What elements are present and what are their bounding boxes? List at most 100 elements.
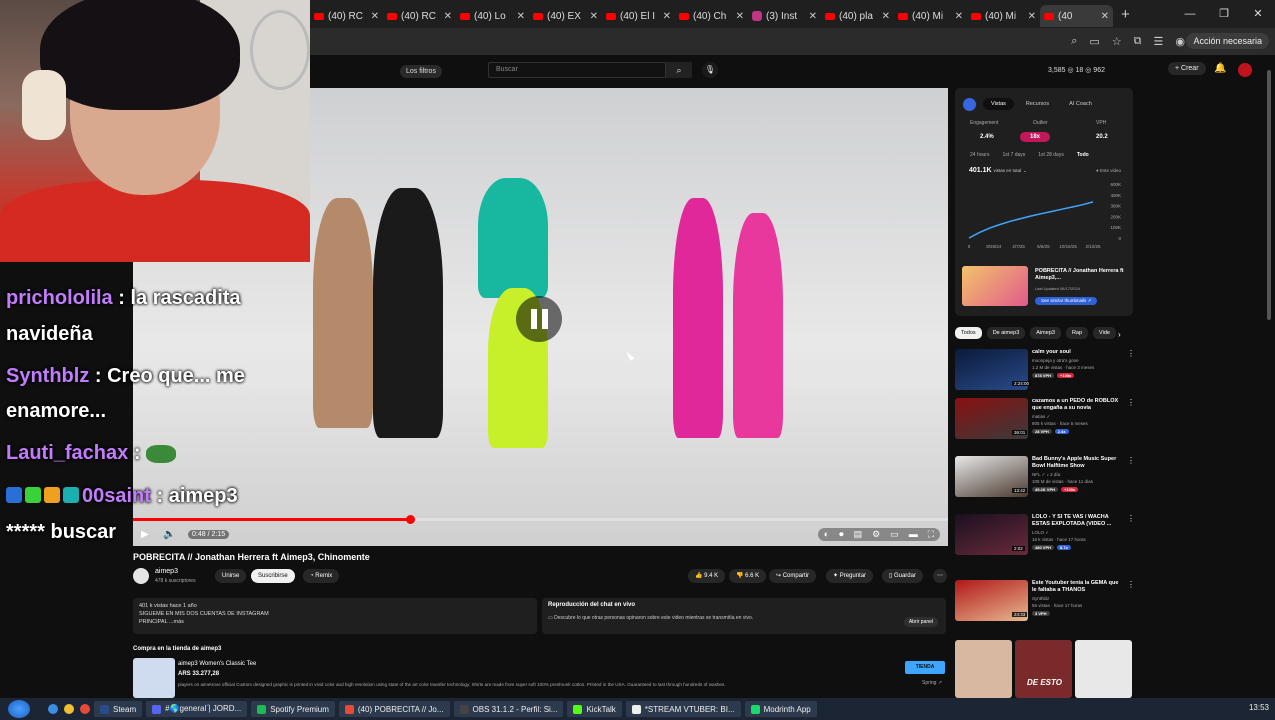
browser-tab[interactable]: (40) Mi ✕ <box>967 5 1040 27</box>
browser-tab[interactable]: (40) Lo ✕ <box>456 5 529 27</box>
close-icon[interactable]: ✕ <box>736 11 744 22</box>
range-option[interactable]: 1st 7 days <box>1002 152 1025 158</box>
minimize-button[interactable]: — <box>1173 0 1207 28</box>
taskbar-item[interactable]: *STREAM VTUBER: BI... <box>625 701 741 717</box>
close-icon[interactable]: ✕ <box>371 11 379 22</box>
search-icon[interactable]: ⌕ <box>666 62 692 78</box>
chip-todos[interactable]: Todos <box>955 327 982 339</box>
action-needed-button[interactable]: Acción necesaria <box>1186 33 1269 49</box>
browser-tab[interactable]: (40) RC ✕ <box>310 5 383 27</box>
shop-button[interactable]: TIENDA <box>905 661 945 674</box>
browser-tab[interactable]: (40) Mi ✕ <box>894 5 967 27</box>
notifications-icon[interactable]: 🔔 <box>1214 63 1226 74</box>
miniplayer-icon[interactable]: ▭ <box>890 529 899 540</box>
browser-tab[interactable]: (40) EX ✕ <box>529 5 602 27</box>
recommendation-item[interactable]: 2:24:00 calm your soul moonpeja y otra's… <box>955 349 1135 401</box>
shop-product-name[interactable]: aimep3 Women's Classic Tee <box>178 661 256 667</box>
chip[interactable]: De aimep3 <box>986 327 1026 339</box>
close-icon[interactable]: ✕ <box>590 11 598 22</box>
recommendation-item[interactable]: 13:42 Bad Bunny's Apple Music Super Bowl… <box>955 456 1135 508</box>
extensions-icon[interactable]: ⧉ <box>1134 35 1142 48</box>
more-icon[interactable]: ⋮ <box>1127 456 1135 465</box>
fullscreen-icon[interactable]: ⛶ <box>928 529 934 540</box>
tab-recursos[interactable]: Recursos <box>1018 98 1057 110</box>
microphone-icon[interactable]: 🎙 <box>702 62 718 78</box>
close-icon[interactable]: ✕ <box>663 11 671 22</box>
browser-tab[interactable]: (40) pla ✕ <box>821 5 894 27</box>
maximize-button[interactable]: ❐ <box>1207 0 1241 28</box>
taskbar-item[interactable]: KickTalk <box>567 701 622 717</box>
new-tab-button[interactable]: + <box>1121 6 1130 23</box>
chrome-icon[interactable] <box>80 704 90 714</box>
toggle-icon[interactable]: ⏺ <box>839 529 844 540</box>
join-button[interactable]: Unirse <box>215 569 247 583</box>
cast-icon[interactable]: ▭ <box>1089 35 1099 48</box>
close-icon[interactable]: ✕ <box>444 11 452 22</box>
browser-tab[interactable]: (40) Ch ✕ <box>675 5 748 27</box>
close-icon[interactable]: ✕ <box>809 11 817 22</box>
channel-avatar[interactable] <box>133 568 149 584</box>
browser-tab[interactable]: (3) Inst ✕ <box>748 5 821 27</box>
clock[interactable]: 13:53 <box>1249 703 1269 712</box>
browser-tab[interactable]: (40) El I ✕ <box>602 5 675 27</box>
more-icon[interactable]: ⋯ <box>933 569 947 583</box>
autoplay-icon[interactable]: ◐ <box>824 529 829 540</box>
taskbar-item[interactable]: OBS 31.1.2 - Perfil: Si... <box>453 701 564 717</box>
chip[interactable]: Vide <box>1093 327 1116 339</box>
search-input[interactable]: Buscar <box>488 62 666 78</box>
short-thumbnail[interactable] <box>1015 640 1072 698</box>
close-icon[interactable]: ✕ <box>882 11 890 22</box>
shop-store-link[interactable]: Spring ↗ <box>922 680 942 686</box>
edge-icon[interactable] <box>48 704 58 714</box>
avatar[interactable] <box>1238 63 1252 77</box>
close-icon[interactable]: ✕ <box>1028 11 1036 22</box>
pause-button[interactable] <box>516 296 562 342</box>
page-scrollbar[interactable] <box>1266 60 1272 700</box>
scrollbar-thumb[interactable] <box>1267 70 1271 320</box>
shop-product-image[interactable] <box>133 658 175 698</box>
reading-list-icon[interactable]: ☰ <box>1154 35 1164 48</box>
zoom-icon[interactable]: ⌕ <box>1071 35 1077 48</box>
remix-button[interactable]: ◔ Remix <box>303 569 340 583</box>
open-panel-button[interactable]: Abrir panel <box>903 617 938 627</box>
taskbar-item[interactable]: #🌎generalࣰ | JORD... <box>146 701 248 717</box>
more-icon[interactable]: ⋮ <box>1127 349 1135 358</box>
video-thumbnail[interactable] <box>962 266 1028 306</box>
theater-icon[interactable]: ▬ <box>909 529 918 540</box>
create-button[interactable]: + Crear <box>1168 62 1206 75</box>
more-icon[interactable]: ⋮ <box>1127 398 1135 407</box>
short-thumbnail[interactable] <box>1075 640 1132 698</box>
similar-thumbnails-button[interactable]: See similar thumbnails ↗ <box>1035 297 1098 305</box>
bookmark-star-icon[interactable]: ☆ <box>1112 35 1122 48</box>
chevron-right-icon[interactable]: › <box>1118 330 1121 339</box>
close-icon[interactable]: ✕ <box>1101 11 1109 22</box>
recommendation-item[interactable]: 24:33 Este Youtuber tenía la GEMA que le… <box>955 580 1135 632</box>
settings-icon[interactable]: ⚙ <box>872 529 880 540</box>
close-icon[interactable]: ✕ <box>517 11 525 22</box>
recommendation-item[interactable]: 36:01 cazamos a un PEDO de ROBLOX que en… <box>955 398 1135 450</box>
channel-name[interactable]: aimep3 <box>155 568 178 575</box>
chip[interactable]: Aimep3 <box>1030 327 1061 339</box>
dislike-button[interactable]: 👎 6.6 K <box>729 569 767 583</box>
taskbar-item[interactable]: Spotify Premium <box>251 701 335 717</box>
browser-tab-active[interactable]: (40 ✕ <box>1040 5 1113 27</box>
range-option[interactable]: 1st 28 days <box>1038 152 1064 158</box>
profile-icon[interactable]: ◉ <box>1175 35 1185 48</box>
taskbar-item[interactable]: Steam <box>94 701 143 717</box>
taskbar-item[interactable]: (40) POBRECITA // Jo... <box>338 701 450 717</box>
taskbar-item[interactable]: Modrinth App <box>744 701 817 717</box>
short-thumbnail[interactable] <box>955 640 1012 698</box>
range-option[interactable]: Todo <box>1077 152 1089 158</box>
subscribe-button[interactable]: Suscribirse <box>251 569 295 583</box>
recommendation-item[interactable]: 2:02 LOLO - Y SI TE VAS / WACHA ESTAS EX… <box>955 514 1135 566</box>
chevron-down-icon[interactable]: ⌄ <box>1023 168 1027 173</box>
close-window-button[interactable]: ✕ <box>1241 0 1275 28</box>
explorer-icon[interactable] <box>64 704 74 714</box>
save-button[interactable]: ▯ Guardar <box>882 569 923 583</box>
more-icon[interactable]: ⋮ <box>1127 514 1135 523</box>
filter-chip[interactable]: Los filtros <box>400 65 442 78</box>
video-description[interactable]: 401 k vistas hace 1 año SIGUEME EN MIS D… <box>133 598 537 634</box>
subtitles-icon[interactable]: ▤ <box>854 529 863 540</box>
tab-ai-coach[interactable]: AI Coach <box>1061 98 1100 110</box>
ask-button[interactable]: ✦ Preguntar <box>826 569 874 583</box>
